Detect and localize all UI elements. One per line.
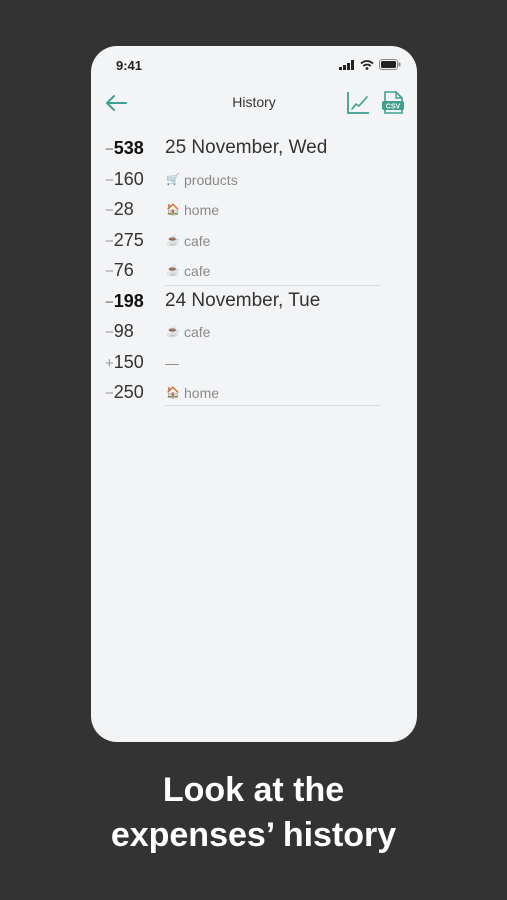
caption-line-1: Look at the: [162, 771, 345, 809]
csv-export-icon[interactable]: CSV: [381, 90, 405, 116]
day-header[interactable]: −198 24 November, Tue: [91, 287, 417, 318]
phone-screen: 9:41 History CSV −538 25 November, Wed −…: [91, 46, 417, 742]
transaction-row[interactable]: −250 🏠 home: [91, 378, 417, 409]
status-bar: 9:41: [91, 46, 417, 86]
coffee-icon: ☕: [166, 234, 180, 247]
nav-bar: History CSV: [91, 86, 417, 122]
transaction-category: 🏠 home: [165, 197, 219, 223]
day-total: −198: [105, 290, 144, 311]
caption-line-2: expenses’ history: [110, 816, 397, 854]
home-icon: 🏠: [166, 204, 180, 216]
signal-icon: [339, 59, 354, 70]
coffee-icon: ☕: [166, 265, 180, 277]
transaction-category: ☕ cafe: [165, 228, 210, 254]
transaction-row[interactable]: +150 —: [91, 348, 417, 379]
transaction-amount: −275: [105, 229, 144, 250]
divider: [165, 405, 381, 406]
day-date: 25 November, Wed: [165, 137, 328, 158]
chart-icon[interactable]: [346, 91, 370, 115]
cart-icon: 🛒: [166, 173, 180, 186]
transaction-amount: −28: [105, 199, 134, 219]
transaction-amount: +150: [105, 351, 144, 372]
transaction-amount: −160: [105, 168, 144, 189]
transaction-amount: −98: [105, 321, 134, 341]
coffee-icon: ☕: [166, 326, 180, 338]
transaction-category: —: [165, 354, 179, 371]
transaction-category: ☕ cafe: [165, 258, 210, 284]
history-list: −538 25 November, Wed −160 🛒 products −28…: [91, 134, 417, 409]
transaction-amount: −250: [105, 382, 144, 402]
status-icons: [339, 59, 401, 70]
transaction-category: 🏠 home: [165, 380, 219, 406]
transaction-row[interactable]: −76 ☕ cafe: [91, 256, 417, 287]
day-total: −538: [105, 138, 144, 158]
transaction-row[interactable]: −98 ☕ cafe: [91, 317, 417, 348]
transaction-row[interactable]: −28 🏠 home: [91, 195, 417, 226]
transaction-category: ☕ cafe: [165, 319, 210, 345]
status-time: 9:41: [116, 58, 143, 73]
svg-text:CSV: CSV: [386, 103, 401, 110]
transaction-category: 🛒 products: [165, 167, 238, 193]
transaction-amount: −76: [105, 260, 134, 280]
transaction-row[interactable]: −160 🛒 products: [91, 165, 417, 196]
home-icon: 🏠: [166, 387, 180, 399]
battery-icon: [379, 59, 401, 70]
transaction-row[interactable]: −275 ☕ cafe: [91, 226, 417, 257]
day-date: 24 November, Tue: [165, 289, 321, 311]
day-header[interactable]: −538 25 November, Wed: [91, 134, 417, 165]
wifi-icon: [360, 59, 374, 70]
promo-caption: Look at the expenses’ history: [0, 768, 507, 858]
